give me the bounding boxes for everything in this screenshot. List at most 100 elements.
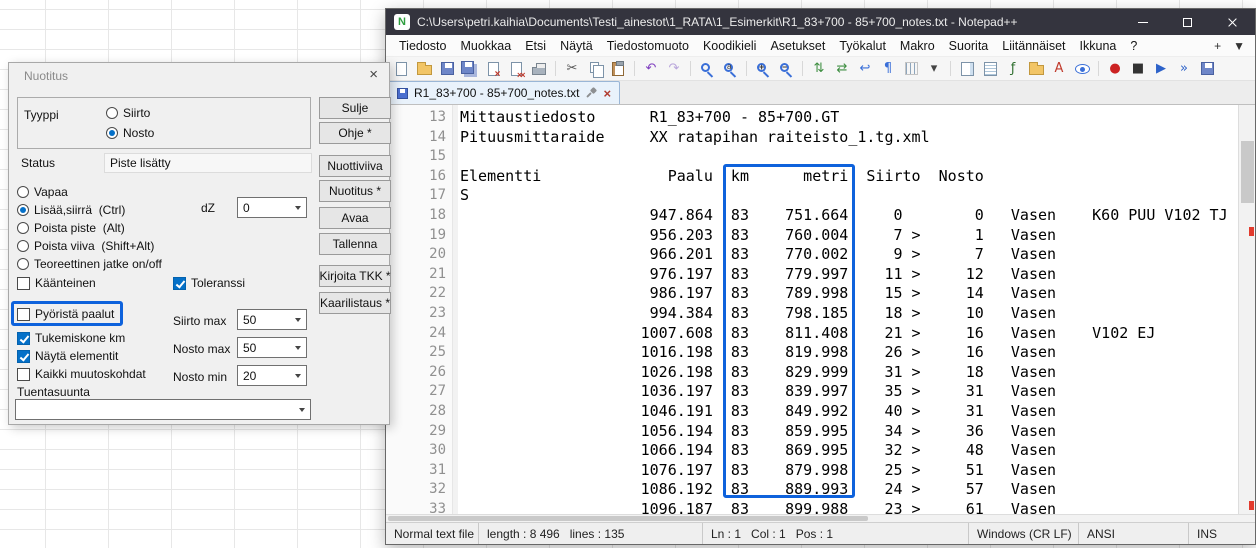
editor-area[interactable]: 1314151617181920212223242526272829303132… xyxy=(386,105,1255,514)
menu-item-tiedostomuoto[interactable]: Tiedostomuoto xyxy=(600,35,696,56)
stop-record-icon[interactable]: ■ xyxy=(1128,59,1148,79)
plus-button[interactable]: + xyxy=(1214,39,1221,53)
nosto-max-combobox[interactable]: 50 xyxy=(237,337,307,358)
button-kaarilistaus[interactable]: Kaarilistaus * xyxy=(319,292,391,314)
close-button[interactable] xyxy=(1210,9,1255,35)
checkbox-kaanteinen[interactable]: Käänteinen xyxy=(17,275,96,291)
vertical-scrollbar[interactable] xyxy=(1238,105,1255,514)
menu-item-tiedosto[interactable]: Tiedosto xyxy=(392,35,453,56)
sync-vertical-icon[interactable]: ⇅ xyxy=(809,59,829,79)
function-list-icon: ƒ xyxy=(1011,62,1016,75)
status-insert-mode[interactable]: INS xyxy=(1189,523,1255,544)
monitor-icon[interactable] xyxy=(1072,59,1092,79)
pin-icon[interactable] xyxy=(585,87,597,99)
run-multiple-icon[interactable]: » xyxy=(1174,59,1194,79)
radio-lis-siirr-ctrl[interactable]: Lisää,siirrä (Ctrl) xyxy=(17,202,125,218)
menu-item-liit-nn-iset[interactable]: Liitännäiset xyxy=(995,35,1072,56)
new-file-icon xyxy=(396,62,407,76)
record-macro-icon[interactable]: ● xyxy=(1105,59,1125,79)
save-all-icon[interactable] xyxy=(460,59,480,79)
replace-icon[interactable] xyxy=(720,59,740,79)
close-file-icon[interactable] xyxy=(483,59,503,79)
menu-item-ikkuna[interactable]: Ikkuna xyxy=(1073,35,1124,56)
menu-item-asetukset[interactable]: Asetukset xyxy=(763,35,832,56)
save-icon[interactable] xyxy=(437,59,457,79)
chevron-down-icon xyxy=(290,198,306,217)
dialog-close-icon[interactable]: × xyxy=(369,66,378,83)
tuentasuunta-combobox[interactable] xyxy=(15,399,311,420)
zoom-out-icon[interactable] xyxy=(776,59,796,79)
folder-workspace-icon[interactable] xyxy=(1026,59,1046,79)
show-all-chars-icon[interactable]: ¶ xyxy=(878,59,898,79)
radio-teoreettinen-jatke-on-off[interactable]: Teoreettinen jatke on/off xyxy=(17,256,162,272)
minimize-button[interactable] xyxy=(1120,9,1165,35)
function-list-icon[interactable]: ƒ xyxy=(1003,59,1023,79)
horizontal-scrollbar-thumb[interactable] xyxy=(388,516,868,521)
menu-item-etsi[interactable]: Etsi xyxy=(518,35,553,56)
button-ohje[interactable]: Ohje * xyxy=(319,122,391,144)
status-eol[interactable]: Windows (CR LF) xyxy=(969,523,1079,544)
redo-icon[interactable]: ↷ xyxy=(664,59,684,79)
checkbox-nayta-elementit[interactable]: Näytä elementit xyxy=(17,348,118,364)
zoom-in-icon[interactable] xyxy=(753,59,773,79)
menu-item-suorita[interactable]: Suorita xyxy=(942,35,996,56)
menu-item-ty-kalut[interactable]: Työkalut xyxy=(832,35,893,56)
menu-bar: TiedostoMuokkaaEtsiNäytäTiedostomuotoKoo… xyxy=(386,35,1255,57)
save-macro-icon[interactable] xyxy=(1197,59,1217,79)
menu-item-koodikieli[interactable]: Koodikieli xyxy=(696,35,764,56)
button-avaa[interactable]: Avaa xyxy=(319,207,391,229)
new-file-icon[interactable] xyxy=(391,59,411,79)
radio-nosto[interactable]: Nosto xyxy=(106,125,154,141)
radio-poista-piste-alt[interactable]: Poista piste (Alt) xyxy=(17,220,125,236)
toolbar-separator xyxy=(1098,61,1099,76)
open-folder-icon[interactable] xyxy=(414,59,434,79)
play-macro-icon[interactable]: ▶ xyxy=(1151,59,1171,79)
line-number: 19 xyxy=(386,226,446,246)
checkbox-toleranssi[interactable]: Toleranssi xyxy=(173,275,245,291)
close-all-icon[interactable] xyxy=(506,59,526,79)
toolbar-icons: ✂ ↶ ↷ ⇅⇄↩¶ ▾ ƒ A ●■▶» xyxy=(391,59,1217,79)
find-icon[interactable] xyxy=(697,59,717,79)
undo-icon[interactable]: ↶ xyxy=(641,59,661,79)
button-sulje[interactable]: Sulje xyxy=(319,97,391,119)
cut-icon[interactable]: ✂ xyxy=(562,59,582,79)
button-nuotitus[interactable]: Nuotitus * xyxy=(319,180,391,202)
editor-line: 947.864 83 751.664 0 0 Vasen K60 PUU V10… xyxy=(460,206,1238,226)
menu-item-item[interactable]: ? xyxy=(1123,35,1144,56)
menu-item-n-yt[interactable]: Näytä xyxy=(553,35,600,56)
doc-list-icon[interactable] xyxy=(980,59,1000,79)
tab-close-icon[interactable]: × xyxy=(603,87,611,100)
nosto-min-combobox[interactable]: 20 xyxy=(237,365,307,386)
doc-map-icon[interactable] xyxy=(957,59,977,79)
copy-icon[interactable] xyxy=(585,59,605,79)
button-nuottiviiva[interactable]: Nuottiviiva xyxy=(319,155,391,177)
toolbar-dropdown-icon[interactable]: ▾ xyxy=(924,59,944,79)
button-kirjoita-tkk[interactable]: Kirjoita TKK * xyxy=(319,265,391,287)
horizontal-scrollbar[interactable] xyxy=(386,514,1255,522)
maximize-button[interactable] xyxy=(1165,9,1210,35)
radio-poista-viiva-shift-alt[interactable]: Poista viiva (Shift+Alt) xyxy=(17,238,154,254)
paste-icon[interactable] xyxy=(608,59,628,79)
checkbox-tukemiskone-km[interactable]: Tukemiskone km xyxy=(17,330,125,346)
redo-icon: ↷ xyxy=(669,62,680,75)
menu-item-makro[interactable]: Makro xyxy=(893,35,942,56)
siirto-max-combobox[interactable]: 50 xyxy=(237,309,307,330)
line-number-gutter[interactable]: 1314151617181920212223242526272829303132… xyxy=(386,105,452,514)
checkbox-kaikki-muutoskohdat[interactable]: Kaikki muutoskohdat xyxy=(17,366,146,382)
button-tallenna[interactable]: Tallenna xyxy=(319,233,391,255)
vertical-scrollbar-thumb[interactable] xyxy=(1241,141,1254,203)
sync-horizontal-icon[interactable]: ⇄ xyxy=(832,59,852,79)
pdf-icon[interactable]: A xyxy=(1049,59,1069,79)
tab-notes-file[interactable]: R1_83+700 - 85+700_notes.txt × xyxy=(388,81,620,104)
indent-guide-icon[interactable] xyxy=(901,59,921,79)
status-encoding[interactable]: ANSI xyxy=(1079,523,1189,544)
dz-combobox[interactable]: 0 xyxy=(237,197,307,218)
menu-caret-button[interactable]: ▼ xyxy=(1233,39,1245,53)
word-wrap-icon[interactable]: ↩ xyxy=(855,59,875,79)
radio-siirto[interactable]: Siirto xyxy=(106,105,150,121)
radio-vapaa[interactable]: Vapaa xyxy=(17,184,68,200)
print-icon[interactable] xyxy=(529,59,549,79)
menu-item-muokkaa[interactable]: Muokkaa xyxy=(453,35,518,56)
text-editor[interactable]: Mittaustiedosto R1_83+700 - 85+700.GTPit… xyxy=(458,105,1238,514)
checkbox-pyorista-paalut[interactable]: Pyöristä paalut xyxy=(17,306,114,322)
